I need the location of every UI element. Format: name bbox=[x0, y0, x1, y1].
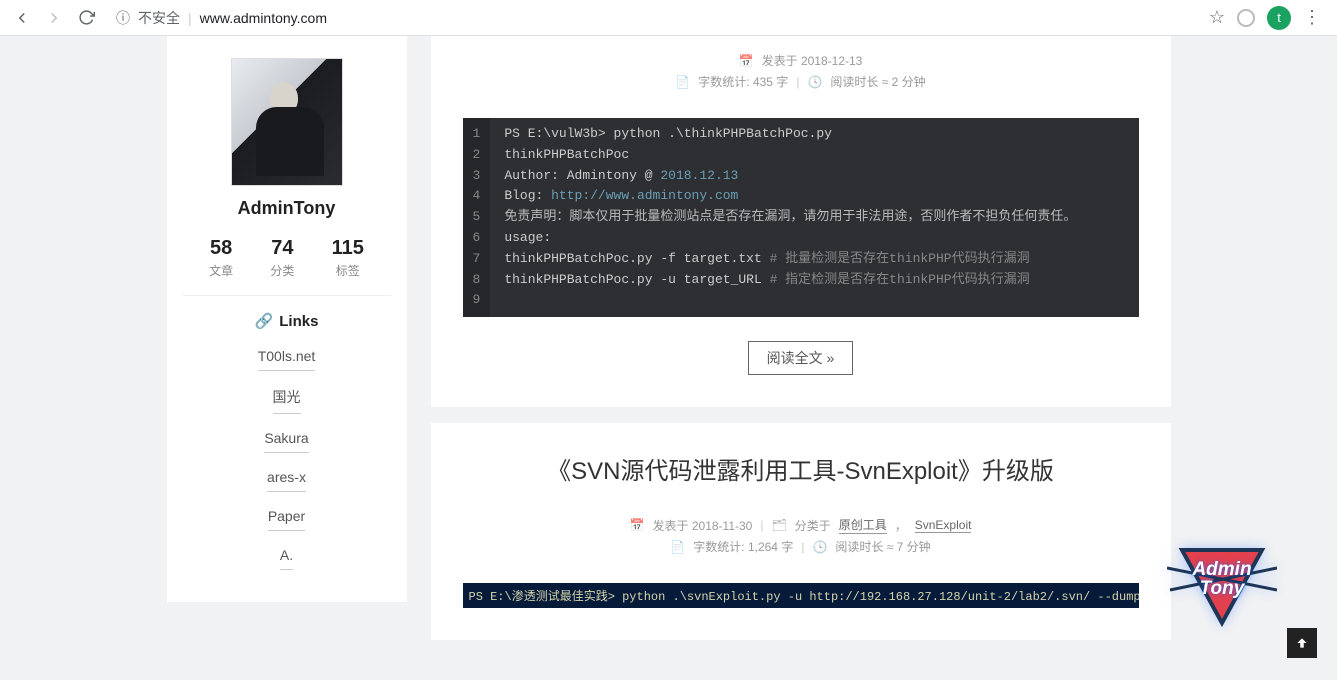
friend-link[interactable]: A. bbox=[280, 541, 293, 570]
insecure-label: 不安全 bbox=[138, 8, 180, 28]
friend-link[interactable]: ares-x bbox=[267, 463, 306, 492]
link-icon: 🔗 bbox=[255, 312, 274, 330]
author-avatar bbox=[231, 58, 343, 186]
url-text: www.admintony.com bbox=[200, 10, 327, 26]
code-block: 123456789 PS E:\vulW3b> python .\thinkPH… bbox=[463, 118, 1139, 317]
calendar-icon: 📅 bbox=[630, 518, 645, 532]
readtime: 阅读时长 ≈ 7 分钟 bbox=[835, 538, 930, 555]
folder-icon: 🗂 bbox=[771, 518, 786, 532]
forward-button[interactable] bbox=[40, 4, 68, 32]
stat-categories[interactable]: 74 分类 bbox=[270, 237, 294, 279]
stats-row: 58 文章 74 分类 115 标签 bbox=[183, 237, 391, 296]
post-title[interactable]: 《SVN源代码泄露利用工具-SvnExploit》升级版 bbox=[463, 451, 1139, 486]
friend-link[interactable]: T00ls.net bbox=[258, 342, 316, 371]
address-bar[interactable]: ⓘ 不安全 | www.admintony.com bbox=[104, 8, 1205, 28]
back-to-top-button[interactable] bbox=[1287, 628, 1317, 658]
friend-link[interactable]: Sakura bbox=[264, 424, 308, 453]
main-content: 📅 发表于 2018-12-13 📄 字数统计: 435 字 | 🕓 阅读时长 … bbox=[431, 36, 1171, 640]
friend-link[interactable]: Paper bbox=[268, 502, 305, 531]
back-button[interactable] bbox=[8, 4, 36, 32]
site-title: AdminTony bbox=[183, 198, 391, 219]
friend-link[interactable]: 国光 bbox=[273, 381, 301, 414]
category-link[interactable]: SvnExploit bbox=[915, 518, 972, 533]
links-heading: 🔗 Links bbox=[183, 312, 391, 330]
menu-kebab-icon[interactable]: ⋮ bbox=[1303, 7, 1321, 28]
wordcount: 字数统计: 1,264 字 bbox=[693, 538, 793, 555]
info-icon: ⓘ bbox=[116, 8, 130, 28]
calendar-icon: 📅 bbox=[739, 54, 754, 68]
code-preview: PS E:\渗透测试最佳实践> python .\svnExploit.py -… bbox=[463, 583, 1139, 608]
bookmark-star-icon[interactable]: ☆ bbox=[1209, 7, 1225, 28]
clock-icon: 🕓 bbox=[812, 540, 827, 554]
stat-posts[interactable]: 58 文章 bbox=[209, 237, 233, 279]
reload-button[interactable] bbox=[72, 4, 100, 32]
post-card: 📅 发表于 2018-12-13 📄 字数统计: 435 字 | 🕓 阅读时长 … bbox=[431, 36, 1171, 407]
clock-icon: 🕓 bbox=[807, 75, 822, 89]
file-icon: 📄 bbox=[675, 75, 690, 89]
browser-toolbar: ⓘ 不安全 | www.admintony.com ☆ t ⋮ bbox=[0, 0, 1337, 36]
sidebar: AdminTony 58 文章 74 分类 115 标签 🔗 Links T00… bbox=[167, 36, 407, 602]
readtime: 阅读时长 ≈ 2 分钟 bbox=[830, 73, 925, 90]
category-link[interactable]: 原创工具 bbox=[839, 516, 887, 534]
file-icon: 📄 bbox=[670, 540, 685, 554]
wordcount: 字数统计: 435 字 bbox=[698, 73, 788, 90]
post-card: 《SVN源代码泄露利用工具-SvnExploit》升级版 📅 发表于 2018-… bbox=[431, 423, 1171, 640]
read-more-button[interactable]: 阅读全文 » bbox=[748, 341, 854, 375]
links-list: T00ls.net 国光 Sakura ares-x Paper A. bbox=[183, 342, 391, 580]
profile-avatar[interactable]: t bbox=[1267, 6, 1291, 30]
stat-tags[interactable]: 115 标签 bbox=[332, 237, 364, 279]
extension-icon[interactable] bbox=[1237, 9, 1255, 27]
